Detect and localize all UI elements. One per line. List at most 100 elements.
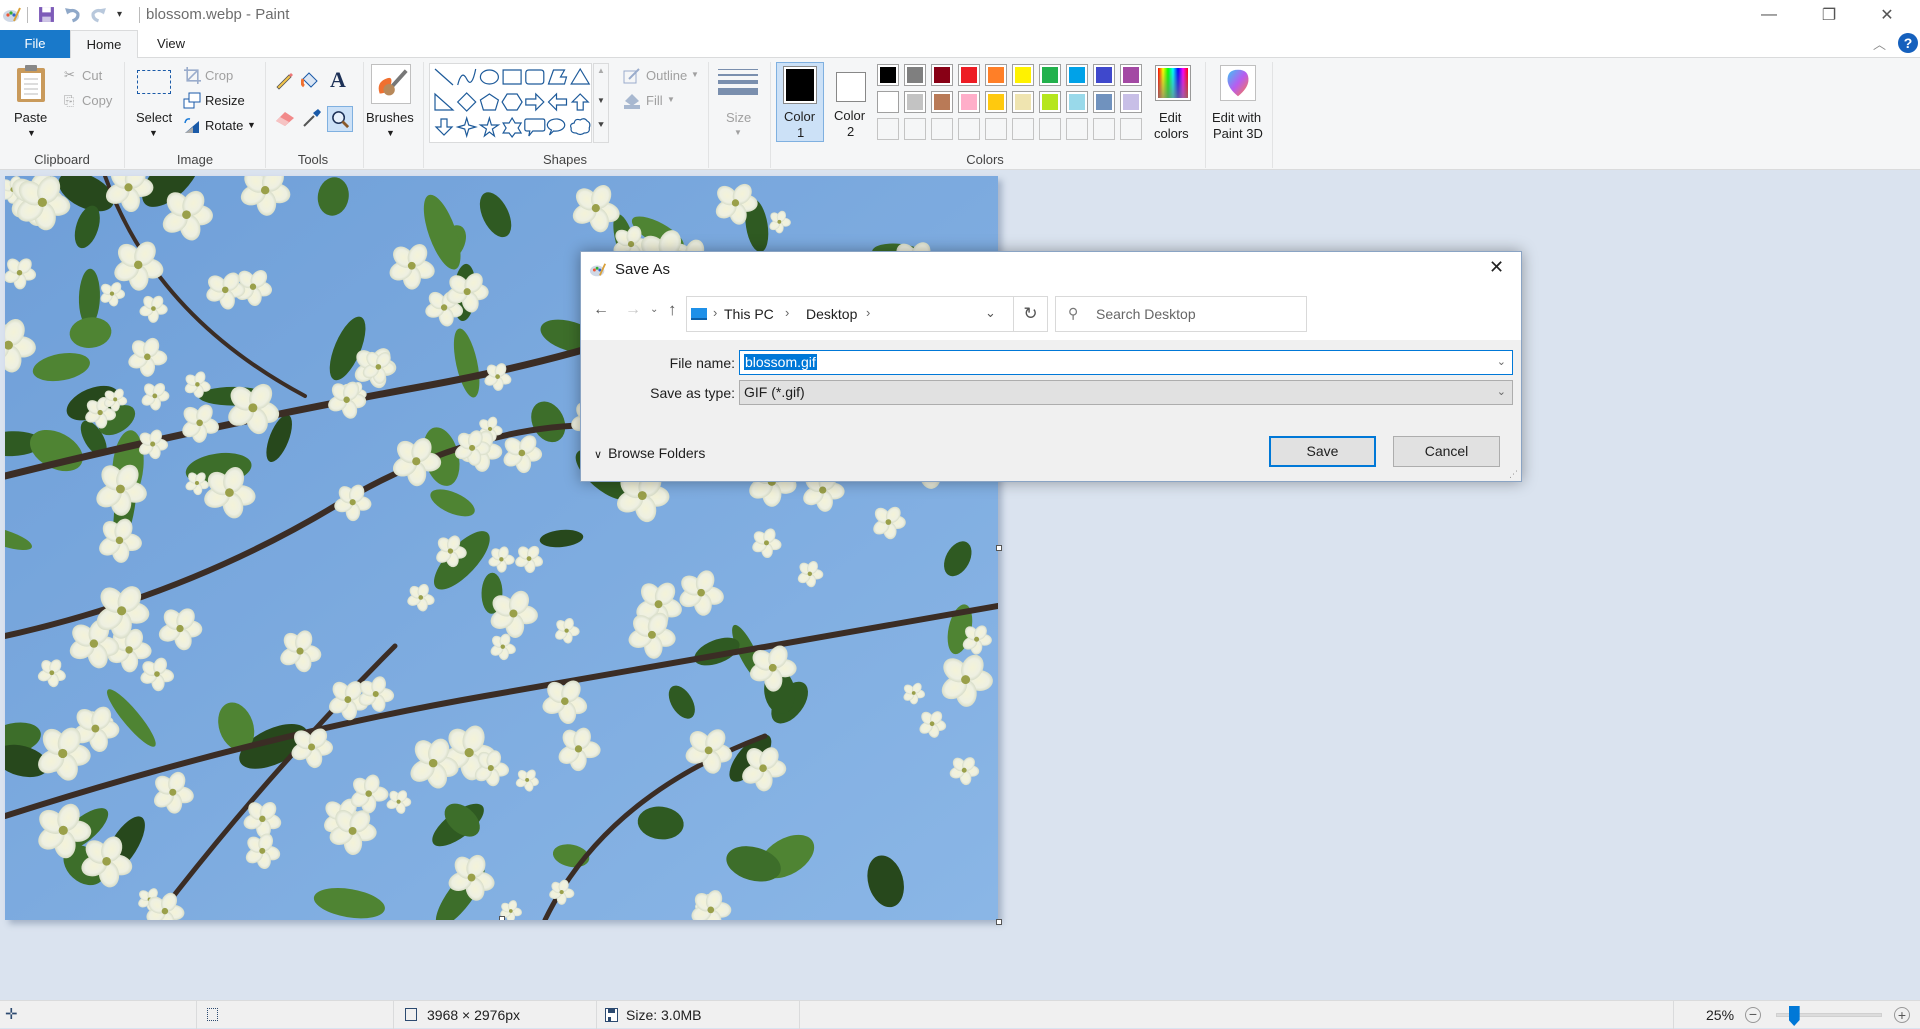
color-picker-icon[interactable] (302, 108, 322, 128)
tab-file[interactable]: File (0, 30, 70, 58)
paste-dropdown-icon[interactable]: ▼ (27, 128, 36, 138)
custom-color-slot[interactable] (985, 118, 1007, 140)
palette-color-swatch[interactable] (877, 64, 899, 86)
palette-color-swatch[interactable] (958, 91, 980, 113)
custom-color-slot[interactable] (1039, 118, 1061, 140)
rotate-button[interactable]: Rotate (205, 118, 243, 133)
expand-gallery-icon[interactable]: ⯆ (597, 120, 605, 131)
copy-button[interactable]: Copy (82, 93, 112, 108)
palette-color-swatch[interactable] (985, 64, 1007, 86)
brushes-button[interactable]: Brushes (366, 110, 414, 125)
palette-color-swatch[interactable] (1093, 91, 1115, 113)
collapse-ribbon-icon[interactable]: ︿ (1873, 34, 1886, 53)
custom-color-slot[interactable] (931, 118, 953, 140)
custom-color-slot[interactable] (904, 118, 926, 140)
forward-button[interactable]: → (625, 301, 641, 319)
palette-color-swatch[interactable] (904, 64, 926, 86)
search-box[interactable]: ⚲ Search Desktop (1055, 296, 1307, 332)
tab-home[interactable]: Home (70, 30, 138, 59)
size-button[interactable]: Size (726, 110, 751, 125)
fill-button[interactable]: Fill (646, 93, 663, 108)
zoom-out-button[interactable]: − (1745, 1007, 1761, 1023)
resize-handle-corner[interactable] (996, 919, 1002, 925)
shape-five-point-star[interactable] (478, 115, 501, 138)
breadcrumb-this-pc[interactable]: This PC (724, 306, 774, 322)
close-button[interactable]: ✕ (1858, 0, 1916, 30)
save-icon[interactable] (38, 6, 55, 23)
shape-four-point-star[interactable] (455, 115, 478, 139)
palette-color-swatch[interactable] (877, 91, 899, 113)
shape-triangle[interactable] (570, 67, 591, 85)
browse-folders-toggle[interactable]: ∨ Browse Folders (594, 445, 705, 461)
undo-icon[interactable] (64, 6, 81, 23)
shape-six-point-star[interactable] (502, 116, 523, 138)
brushes-dropdown-icon[interactable]: ▼ (386, 128, 395, 138)
shape-oval[interactable] (479, 69, 500, 85)
custom-color-slot[interactable] (1066, 118, 1088, 140)
custom-color-slot[interactable] (1012, 118, 1034, 140)
shape-curve[interactable] (457, 68, 477, 86)
search-input[interactable]: Search Desktop (1096, 306, 1196, 322)
recent-locations-icon[interactable]: ⌄ (650, 304, 658, 315)
palette-color-swatch[interactable] (1039, 91, 1061, 113)
paste-button[interactable]: Paste (14, 110, 47, 125)
back-button[interactable]: ← (593, 301, 609, 319)
palette-color-swatch[interactable] (958, 64, 980, 86)
shape-up-arrow[interactable] (570, 93, 590, 111)
palette-color-swatch[interactable] (1039, 64, 1061, 86)
fill-icon[interactable] (301, 70, 321, 90)
tab-view[interactable]: View (150, 30, 192, 58)
save-type-select[interactable]: GIF (*.gif) ⌄ (739, 380, 1513, 405)
file-name-dropdown-icon[interactable]: ⌄ (1497, 351, 1506, 374)
size-dropdown-icon[interactable]: ▼ (734, 128, 742, 137)
zoom-in-button[interactable]: + (1894, 1007, 1910, 1023)
select-icon[interactable] (137, 70, 171, 94)
resize-button[interactable]: Resize (205, 93, 245, 108)
custom-color-slot[interactable] (1093, 118, 1115, 140)
shapes-scrollbar[interactable]: ▲ ▼ ⯆ (593, 63, 609, 143)
crop-button[interactable]: Crop (205, 68, 233, 83)
shape-rounded-rectangle[interactable] (525, 69, 545, 85)
magnifier-button[interactable] (327, 106, 353, 132)
palette-color-swatch[interactable] (904, 91, 926, 113)
paint3d-line2[interactable]: Paint 3D (1213, 126, 1263, 141)
up-button[interactable]: ↑ (668, 300, 677, 320)
text-tool-icon[interactable]: A (330, 67, 346, 93)
palette-color-swatch[interactable] (1012, 64, 1034, 86)
edit-colors-line2[interactable]: colors (1154, 126, 1189, 141)
address-bar[interactable]: › This PC › Desktop › ⌄ (686, 296, 1014, 332)
shape-polygon[interactable] (547, 69, 568, 85)
shape-rounded-callout[interactable] (524, 118, 546, 137)
shape-line[interactable] (434, 68, 454, 86)
zoom-slider-thumb[interactable] (1788, 1006, 1800, 1026)
shape-rectangle[interactable] (502, 69, 522, 85)
resize-grip-icon[interactable]: ⋰ (1509, 469, 1518, 480)
custom-color-slot[interactable] (958, 118, 980, 140)
file-name-input[interactable]: blossom.gif ⌄ (739, 350, 1513, 375)
zoom-slider[interactable] (1776, 1006, 1882, 1026)
breadcrumb-desktop[interactable]: Desktop (806, 306, 857, 322)
restore-button[interactable]: ❐ (1800, 0, 1858, 30)
palette-color-swatch[interactable] (1093, 64, 1115, 86)
save-type-dropdown-icon[interactable]: ⌄ (1497, 381, 1506, 404)
edit-colors-icon[interactable] (1155, 65, 1191, 101)
shape-pentagon[interactable] (479, 93, 500, 111)
palette-color-swatch[interactable] (931, 91, 953, 113)
eraser-icon[interactable] (274, 109, 296, 127)
palette-color-swatch[interactable] (1120, 91, 1142, 113)
shape-hexagon[interactable] (501, 93, 523, 111)
brushes-icon[interactable] (371, 64, 411, 104)
address-dropdown-icon[interactable]: ⌄ (985, 305, 996, 321)
palette-color-swatch[interactable] (1066, 64, 1088, 86)
palette-color-swatch[interactable] (931, 64, 953, 86)
outline-button[interactable]: Outline (646, 68, 687, 83)
paint3d-icon[interactable] (1220, 65, 1256, 101)
cancel-button[interactable]: Cancel (1393, 436, 1500, 467)
palette-color-swatch[interactable] (1120, 64, 1142, 86)
color2-button[interactable]: Color 2 (828, 62, 874, 142)
select-button[interactable]: Select (136, 110, 172, 125)
scroll-down-icon[interactable]: ▼ (597, 96, 605, 105)
select-dropdown-icon[interactable]: ▼ (149, 128, 158, 138)
fill-dropdown-icon[interactable]: ▼ (667, 95, 675, 104)
size-icon[interactable] (718, 69, 758, 95)
